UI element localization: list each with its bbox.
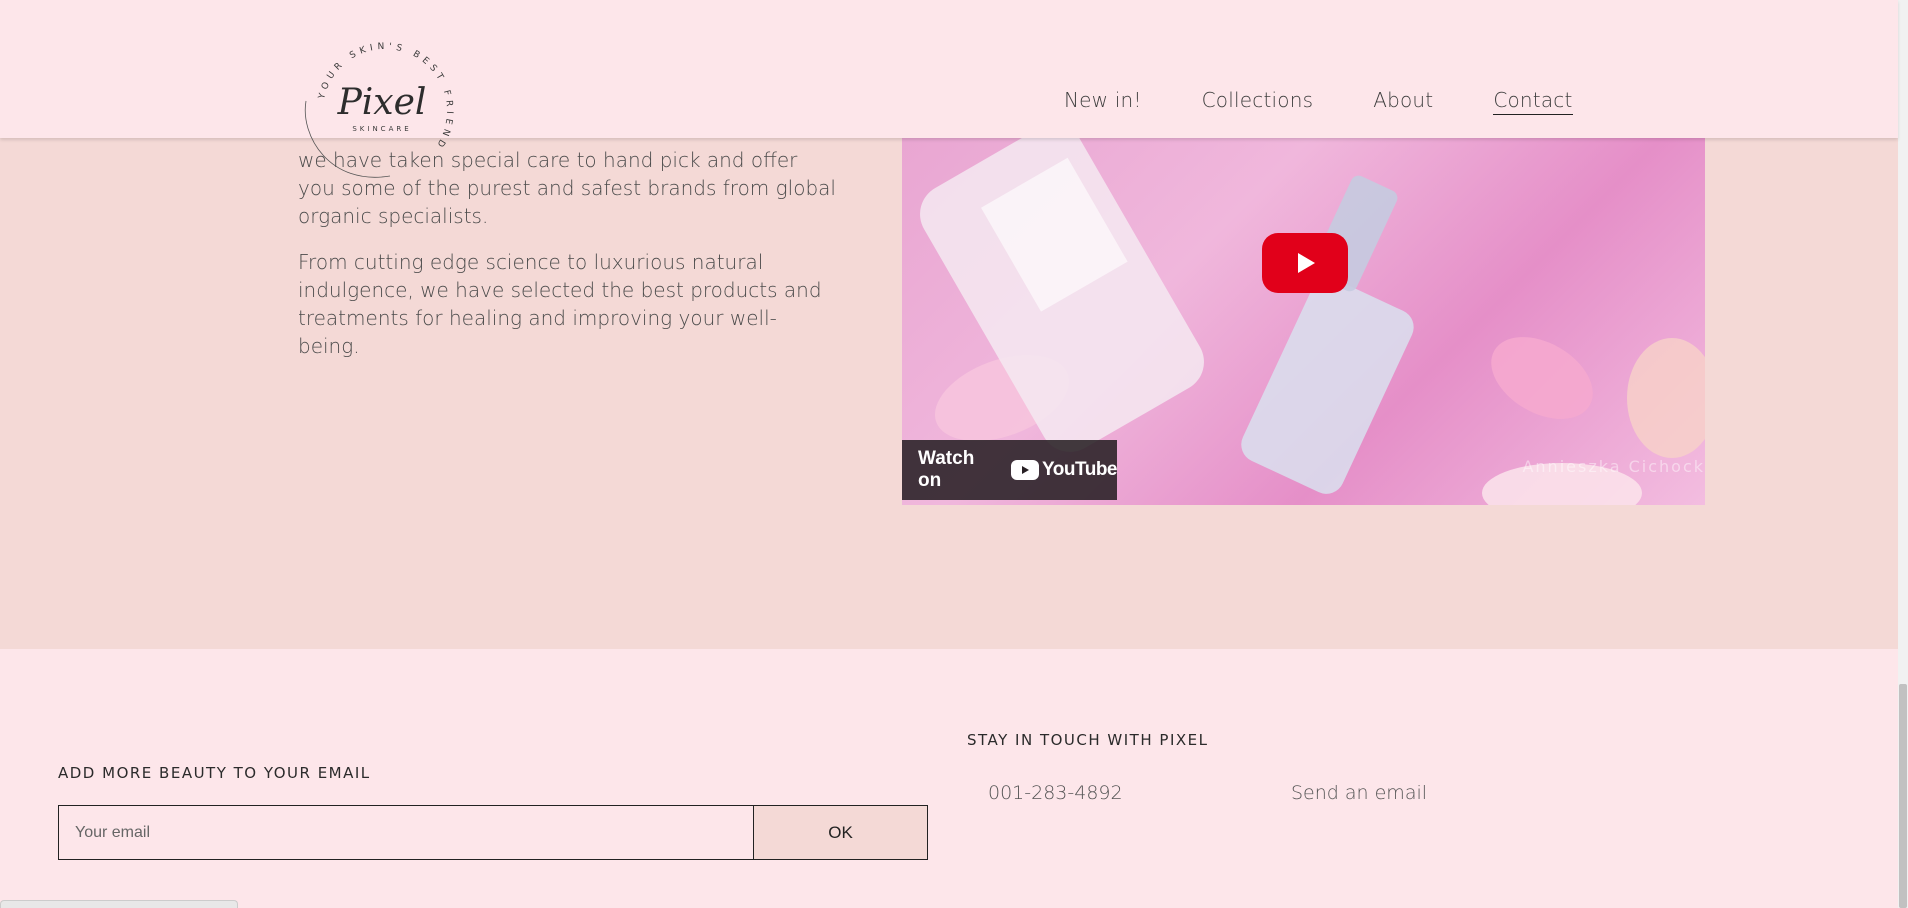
about-section: we have taken special care to hand pick …	[0, 138, 1898, 649]
youtube-logo: YouTube	[1011, 459, 1117, 481]
subscribe-ok-button[interactable]: OK	[753, 806, 927, 859]
logo-wordmark: Pixel	[337, 82, 427, 123]
youtube-video-embed[interactable]: Watch on YouTube Annieszka Cichock	[902, 138, 1705, 505]
site-footer: ADD MORE BEAUTY TO YOUR EMAIL OK STAY IN…	[0, 649, 1898, 908]
newsletter-form: OK	[58, 805, 928, 860]
watch-on-label: Watch on	[918, 448, 975, 491]
logo-subtitle: SKINCARE	[352, 125, 411, 133]
contact-title: STAY IN TOUCH WITH PIXEL	[967, 731, 1209, 749]
nav-new-in[interactable]: New in!	[1064, 88, 1142, 115]
main-nav: New in! Collections About Contact	[1064, 88, 1573, 115]
about-paragraph-2: From cutting edge science to luxurious n…	[298, 250, 822, 358]
send-email-link[interactable]: Send an email	[1291, 782, 1427, 804]
newsletter-title: ADD MORE BEAUTY TO YOUR EMAIL	[58, 764, 371, 782]
bottom-floating-tab[interactable]	[0, 900, 238, 908]
page-scrollbar[interactable]	[1898, 0, 1908, 908]
phone-number[interactable]: 001-283-4892	[988, 782, 1123, 804]
nav-collections[interactable]: Collections	[1202, 88, 1314, 115]
nav-about[interactable]: About	[1373, 88, 1433, 115]
play-icon	[1298, 253, 1315, 273]
site-header: New in! Collections About Contact	[0, 0, 1898, 138]
youtube-wordmark: YouTube	[1042, 459, 1117, 480]
watch-on-youtube-button[interactable]: Watch on YouTube	[902, 440, 1117, 500]
youtube-play-icon	[1011, 460, 1040, 480]
pixel-logo[interactable]: YOUR SKIN'S BEST FRIEND Pixel SKINCARE	[300, 26, 470, 196]
scrollbar-thumb[interactable]	[1899, 684, 1907, 908]
nav-contact[interactable]: Contact	[1493, 88, 1573, 115]
play-button[interactable]	[1262, 233, 1348, 293]
email-input[interactable]	[59, 806, 753, 859]
video-watermark: Annieszka Cichock	[1522, 457, 1705, 476]
